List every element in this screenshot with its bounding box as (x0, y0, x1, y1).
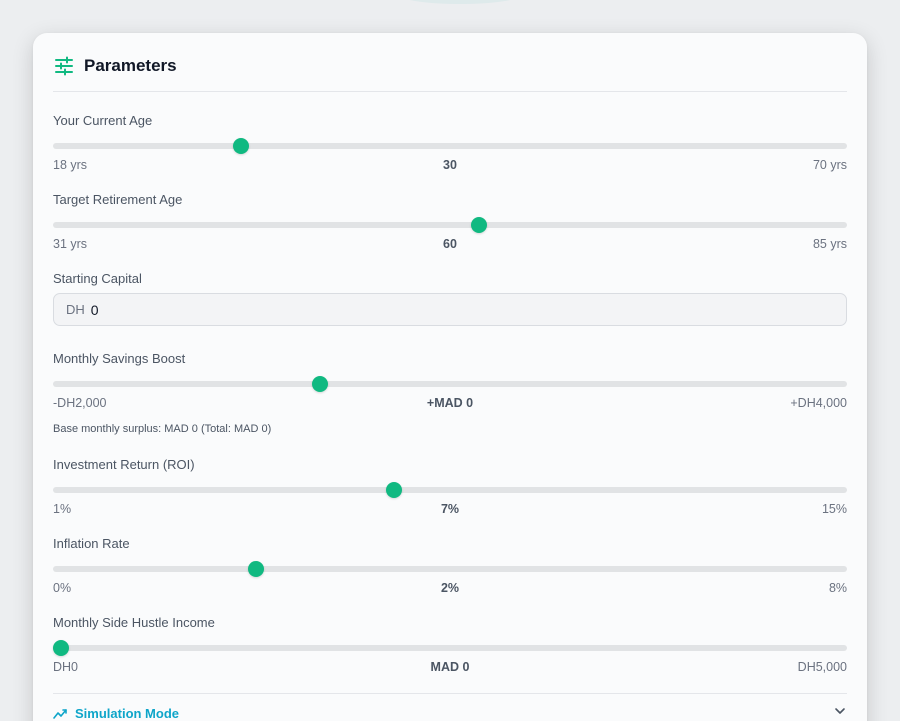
side-hustle-scale: DH0 MAD 0 DH5,000 (53, 659, 847, 675)
savings-boost-slider[interactable] (53, 376, 847, 392)
chevron-down-icon (835, 708, 845, 714)
inflation-slider[interactable] (53, 561, 847, 577)
savings-boost-value: +MAD 0 (426, 396, 474, 410)
savings-boost-max: +DH4,000 (790, 396, 848, 410)
current-age-control: Your Current Age 18 yrs 30 70 yrs (53, 113, 847, 172)
simulation-mode-toggle[interactable]: Simulation Mode (53, 693, 847, 721)
current-age-slider[interactable] (53, 138, 847, 154)
trend-line-icon (53, 708, 67, 719)
side-hustle-control: Monthly Side Hustle Income DH0 MAD 0 DH5… (53, 615, 847, 674)
current-age-scale: 18 yrs 30 70 yrs (53, 157, 847, 173)
retirement-age-thumb[interactable] (470, 217, 487, 233)
roi-value: 7% (440, 502, 460, 516)
current-age-thumb[interactable] (232, 138, 249, 154)
retirement-age-label: Target Retirement Age (53, 192, 183, 207)
starting-capital-input[interactable] (90, 301, 791, 318)
inflation-label: Inflation Rate (53, 536, 130, 551)
inflation-value: 2% (440, 581, 460, 595)
roi-control: Investment Return (ROI) 1% 7% 15% (53, 457, 847, 516)
current-age-max: 70 yrs (812, 158, 848, 172)
roi-scale: 1% 7% 15% (53, 501, 847, 517)
roi-max: 15% (821, 502, 848, 516)
retirement-age-value: 60 (443, 237, 457, 251)
inflation-scale: 0% 2% 8% (53, 580, 847, 596)
side-hustle-thumb[interactable] (53, 640, 69, 656)
savings-boost-thumb[interactable] (312, 376, 329, 392)
current-age-value: 30 (443, 158, 457, 172)
roi-min: 1% (53, 502, 72, 516)
retirement-age-slider[interactable] (53, 217, 847, 233)
side-hustle-max: DH5,000 (797, 660, 848, 674)
roi-thumb[interactable] (386, 482, 403, 498)
sliders-icon (55, 56, 73, 76)
inflation-max: 8% (828, 581, 848, 595)
current-age-label: Your Current Age (53, 113, 153, 128)
roi-label: Investment Return (ROI) (53, 457, 195, 472)
retirement-age-min: 31 yrs (53, 237, 88, 251)
side-hustle-label: Monthly Side Hustle Income (53, 615, 215, 630)
retirement-age-max: 85 yrs (812, 237, 848, 251)
savings-boost-scale: -DH2,000 +MAD 0 +DH4,000 (53, 395, 847, 411)
savings-boost-note: Base monthly surplus: MAD 0 (Total: MAD … (53, 423, 272, 435)
inflation-control: Inflation Rate 0% 2% 8% (53, 536, 847, 595)
side-hustle-slider[interactable] (53, 640, 847, 656)
decorative-glow (400, 0, 520, 4)
expand-toggle[interactable] (833, 704, 847, 721)
savings-boost-min: -DH2,000 (53, 396, 107, 410)
starting-capital-label: Starting Capital (53, 271, 142, 286)
starting-capital-field[interactable]: DH (53, 293, 847, 326)
starting-capital-control: Starting Capital DH (53, 271, 847, 326)
savings-boost-label: Monthly Savings Boost (53, 351, 186, 366)
side-hustle-min: DH0 (53, 660, 79, 674)
inflation-min: 0% (53, 581, 72, 595)
roi-slider[interactable] (53, 482, 847, 498)
simulation-mode-header[interactable]: Simulation Mode (53, 706, 179, 721)
side-hustle-value: MAD 0 (430, 660, 470, 674)
inflation-thumb[interactable] (247, 561, 264, 577)
parameters-panel: Parameters Your Current Age 18 yrs 30 70… (33, 33, 867, 721)
retirement-age-scale: 31 yrs 60 85 yrs (53, 236, 847, 252)
retirement-age-control: Target Retirement Age 31 yrs 60 85 yrs (53, 192, 847, 251)
currency-prefix: DH (66, 302, 85, 317)
current-age-min: 18 yrs (53, 158, 88, 172)
panel-title: Parameters (84, 56, 177, 75)
simulation-mode-label: Simulation Mode (75, 706, 179, 721)
panel-header: Parameters (53, 53, 847, 92)
savings-boost-control: Monthly Savings Boost -DH2,000 +MAD 0 +D… (53, 351, 847, 435)
